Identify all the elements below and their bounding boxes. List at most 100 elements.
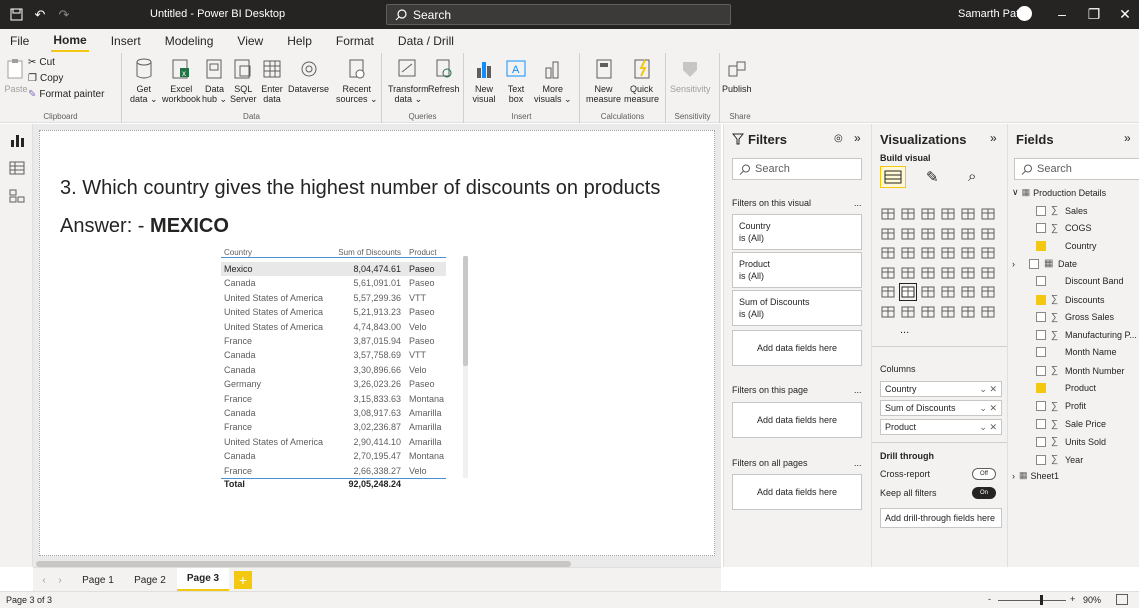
table-row[interactable]: United States of America 4,74,843.00 Velo [221,320,446,334]
prev-page-icon[interactable]: ‹ [37,568,51,592]
header-country[interactable]: Country [221,248,325,257]
table-row[interactable]: France 3,02,236.87 Amarilla [221,420,446,434]
kpi-icon[interactable] [980,265,996,281]
dataverse-button[interactable]: Dataverse [288,57,329,94]
gauge-icon[interactable] [920,265,936,281]
cut-button[interactable]: ✂ Cut [28,57,55,68]
minimize-icon[interactable]: – [1054,6,1070,22]
add-drill-through-field[interactable]: Add drill-through fields here [880,508,1002,528]
field-checkbox[interactable] [1036,240,1046,251]
tab-page-3[interactable]: Page 3 [177,568,229,592]
collapse-vis-icon[interactable]: » [990,131,997,145]
paste-button[interactable]: Paste [4,57,28,94]
recent-sources-button[interactable]: Recent sources ⌄ [336,57,378,104]
slicer-icon[interactable] [880,284,896,300]
filled-map-icon[interactable] [900,265,916,281]
clustered-bar-icon[interactable] [920,206,936,222]
format-painter-button[interactable]: ✎ Format painter [28,89,104,100]
redo-icon[interactable]: ↷ [56,7,72,23]
model-view-icon[interactable] [9,188,25,204]
zoom-in-button[interactable]: + [1070,594,1075,604]
table-view-icon[interactable] [9,160,25,176]
add-page-button[interactable]: + [234,571,252,589]
zoom-slider-thumb[interactable] [1040,595,1043,605]
build-visual-icon[interactable] [880,166,906,188]
card-icon[interactable] [940,265,956,281]
menu-insert[interactable]: Insert [109,31,143,51]
refresh-button[interactable]: Refresh [428,57,460,94]
field-item[interactable]: ∑ Sales [1036,205,1088,216]
menu-modeling[interactable]: Modeling [163,31,216,51]
filters-on-page-more[interactable]: ... [854,385,862,395]
table-row[interactable]: Mexico 8,04,474.61 Paseo [221,262,446,276]
field-item[interactable]: ∑ Gross Sales [1036,312,1114,323]
undo-icon[interactable]: ↶ [32,7,48,23]
field-checkbox[interactable] [1036,365,1046,376]
qna-icon[interactable] [900,304,916,320]
field-item[interactable]: ∑ Profit [1036,401,1086,412]
filters-search[interactable]: Search [732,158,862,180]
copy-button[interactable]: ❐ Copy [28,73,63,84]
narrative-icon[interactable] [920,304,936,320]
table-row[interactable]: France 3,87,015.94 Paseo [221,334,446,348]
field-item[interactable]: ∑ COGS [1036,223,1092,234]
decomposition-icon[interactable] [880,304,896,320]
report-view-icon[interactable] [9,132,25,148]
table-row[interactable]: France 2,66,338.27 Velo [221,464,446,478]
fit-to-page-icon[interactable] [1116,594,1128,605]
filter-card-country[interactable]: Country is (All) [732,214,862,250]
filter-card-product[interactable]: Product is (All) [732,252,862,288]
table-row[interactable]: Canada 2,70,195.47 Montana [221,449,446,463]
field-checkbox[interactable] [1036,347,1046,358]
menu-format[interactable]: Format [334,31,376,51]
tab-page-1[interactable]: Page 1 [73,568,123,592]
100-bar-icon[interactable] [960,206,976,222]
field-item[interactable]: Discount Band [1036,276,1124,287]
column-well-product[interactable]: Product ⌄ ✕ [880,419,1002,435]
table-scrollbar[interactable] [463,256,468,478]
python-visual-icon[interactable] [960,284,976,300]
field-checkbox[interactable] [1036,223,1046,234]
table-visual[interactable]: Country Sum of Discounts Product Mexico 8,0… [217,248,468,498]
table-row[interactable]: France 3,15,833.63 Montana [221,392,446,406]
table-row[interactable]: Germany 3,26,023.26 Paseo [221,377,446,391]
field-checkbox[interactable] [1029,258,1039,269]
field-item[interactable]: ∑ Year [1036,454,1083,465]
report-page[interactable]: 3. Which country gives the highest numbe… [39,130,715,556]
treemap-icon[interactable] [980,245,996,261]
field-checkbox[interactable] [1036,419,1046,430]
text-box-button[interactable]: A Text box [504,57,528,104]
field-checkbox[interactable] [1036,276,1046,287]
table-icon[interactable] [899,283,917,301]
new-visual-button[interactable]: New visual [472,57,496,104]
field-item[interactable]: ∑ Discounts [1036,294,1105,305]
stacked-column-icon[interactable] [900,206,916,222]
r-visual-icon[interactable] [940,284,956,300]
avatar[interactable] [1017,6,1032,21]
excel-button[interactable]: x Excel workbook [162,57,201,104]
keep-filters-toggle[interactable]: On [972,487,996,499]
line-chart-icon[interactable] [880,226,896,242]
field-item[interactable]: ∑ Manufacturing P... [1036,330,1137,341]
format-visual-icon[interactable]: ✎ [926,168,939,186]
map-icon[interactable] [880,265,896,281]
field-checkbox[interactable] [1036,205,1046,216]
field-item[interactable]: ∑ Sale Price [1036,419,1106,430]
key-influencers-icon[interactable] [980,284,996,300]
field-checkbox[interactable] [1036,436,1046,447]
power-automate-icon[interactable] [980,304,996,320]
more-visuals-ellipsis[interactable]: ... [900,324,909,336]
remove-field-icon[interactable]: ⌄ ✕ [979,422,997,433]
table-row[interactable]: Canada 3,30,896.66 Velo [221,363,446,377]
field-checkbox[interactable] [1036,383,1046,393]
field-checkbox[interactable] [1036,454,1046,465]
add-page-filter-field[interactable]: Add data fields here [732,402,862,438]
next-page-icon[interactable]: › [53,568,67,592]
more-visuals-button[interactable]: More visuals ⌄ [534,57,572,104]
fields-search[interactable]: Search [1014,158,1139,180]
field-item[interactable]: Product [1036,383,1096,393]
remove-field-icon[interactable]: ⌄ ✕ [979,403,997,414]
field-checkbox[interactable] [1036,294,1046,305]
sql-server-button[interactable]: SQL Server [230,57,257,104]
header-sum-discounts[interactable]: Sum of Discounts [325,248,405,257]
